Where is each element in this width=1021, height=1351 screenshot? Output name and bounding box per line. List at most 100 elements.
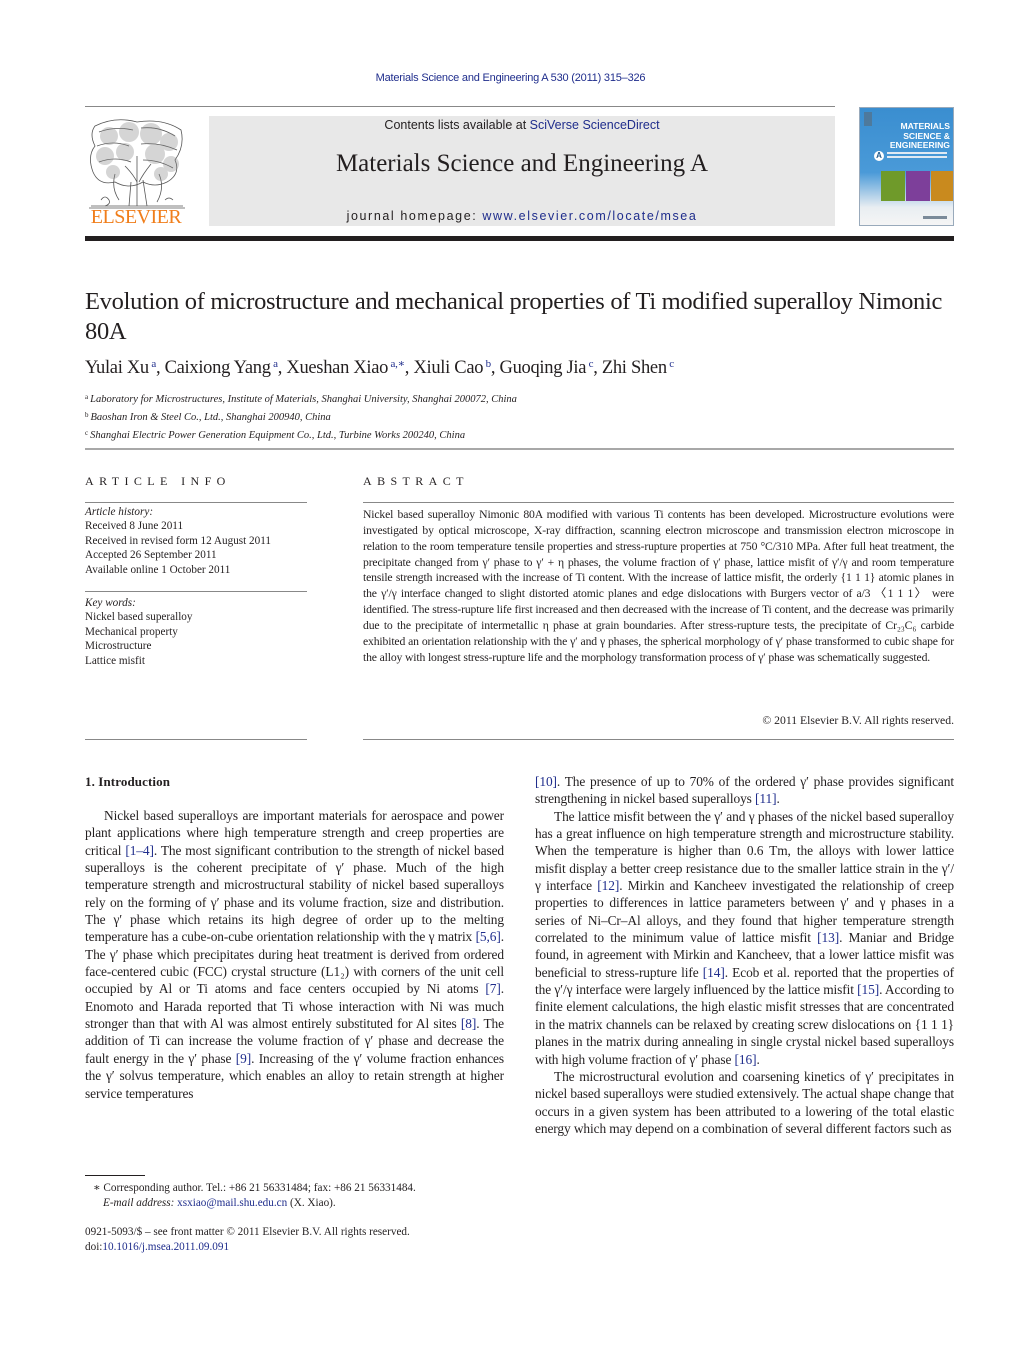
history-accepted: Accepted 26 September 2011 <box>85 549 217 562</box>
body-paragraph: The lattice misfit between the γ′ and γ … <box>535 808 954 1068</box>
email-label: E-mail address: <box>103 1197 178 1209</box>
author-name: Xueshan Xiao <box>286 358 389 378</box>
affiliation-text: Baoshan Iron & Steel Co., Ltd., Shanghai… <box>90 411 331 423</box>
cover-a-badge-icon: A <box>874 151 884 161</box>
abstract-text: Nickel based superalloy Nimonic 80A modi… <box>363 508 954 664</box>
citation-link[interactable]: [14] <box>703 965 725 980</box>
citation-link[interactable]: [13] <box>817 930 839 945</box>
author-affiliation-marker[interactable]: a <box>149 358 156 370</box>
article-info-rule <box>85 502 307 503</box>
body-column-right: [10]. The presence of up to 70% of the o… <box>535 773 954 1137</box>
email-suffix: (X. Xiao). <box>287 1197 336 1209</box>
title-rule <box>85 448 954 450</box>
citation-link[interactable]: [15] <box>857 982 879 997</box>
citation-link[interactable]: [9] <box>236 1051 251 1066</box>
author-name: Yulai Xu <box>85 358 149 378</box>
affiliation-text: Shanghai Electric Power Generation Equip… <box>90 429 466 441</box>
issn-doi-block: 0921-5093/$ – see front matter © 2011 El… <box>85 1225 410 1255</box>
keywords-rule <box>85 591 307 592</box>
affiliation: a Laboratory for Microstructures, Institu… <box>85 390 965 408</box>
article-info-heading: ARTICLE INFO <box>85 474 231 488</box>
article-title: Evolution of microstructure and mechanic… <box>85 288 943 345</box>
elsevier-wordmark[interactable]: ELSEVIER <box>85 206 187 229</box>
abstract-bottom-rule <box>363 739 954 740</box>
citation-link[interactable]: [8] <box>461 1016 476 1031</box>
cover-micrograph-orange <box>931 171 953 201</box>
citation-link[interactable]: [7] <box>485 981 500 996</box>
author-affiliation-marker[interactable]: a,∗ <box>388 358 406 370</box>
sciencedirect-link[interactable]: SciVerse ScienceDirect <box>530 118 660 132</box>
top-rule <box>85 106 835 107</box>
author-list: Yulai Xu a, Caixiong Yang a, Xueshan Xia… <box>85 358 674 378</box>
citation-link[interactable]: [5,6] <box>476 929 501 944</box>
cover-title-line3: ENGINEERING <box>889 140 950 150</box>
cover-publisher-mark <box>923 216 947 219</box>
issn-line: 0921-5093/$ – see front matter © 2011 El… <box>85 1226 410 1238</box>
footnote-rule <box>85 1175 145 1176</box>
affiliations: a Laboratory for Microstructures, Institu… <box>85 390 965 443</box>
section-heading-introduction: 1. Introduction <box>85 774 171 789</box>
history-received: Received 8 June 2011 <box>85 520 184 533</box>
keywords-label: Key words: <box>85 597 136 609</box>
author-name: Xiuli Cao <box>413 358 484 378</box>
journal-title: Materials Science and Engineering A <box>335 150 709 177</box>
author-affiliation-marker[interactable]: c <box>586 358 594 370</box>
affiliation: b Baoshan Iron & Steel Co., Ltd., Shangha… <box>85 408 965 426</box>
paragraph-text: . <box>776 791 780 807</box>
contents-prefix: Contents lists available at <box>384 118 530 132</box>
abstract-copyright: © 2011 Elsevier B.V. All rights reserved… <box>762 714 954 727</box>
masthead-rule <box>85 236 954 241</box>
history-label: Article history: <box>85 506 154 518</box>
doi-link[interactable]: 10.1016/j.msea.2011.09.091 <box>102 1241 229 1253</box>
author-affiliation-marker[interactable]: a <box>271 358 278 370</box>
citation-link[interactable]: [12] <box>597 878 619 893</box>
keyword: Nickel based superalloy <box>85 611 193 624</box>
article-info-bottom-rule <box>85 739 307 740</box>
author-name: Guoqing Jia <box>499 358 587 378</box>
abstract-rule <box>363 502 954 503</box>
citation-link[interactable]: [16] <box>735 1052 757 1067</box>
paragraph-text: The microstructural evolution and coarse… <box>535 1068 954 1136</box>
affiliation-key: a <box>85 393 89 401</box>
body-column-left: Nickel based superalloys are important m… <box>85 807 504 1102</box>
author-name: Zhi Shen <box>601 358 667 378</box>
body-paragraph: [10]. The presence of up to 70% of the o… <box>535 773 954 808</box>
body-paragraph: Nickel based superalloys are important m… <box>85 807 504 1102</box>
citation-link[interactable]: [1–4] <box>125 843 154 858</box>
body-paragraph: The microstructural evolution and coarse… <box>535 1068 954 1137</box>
corresponding-author-footnote: ∗ Corresponding author. Tel.: +86 21 563… <box>93 1181 416 1211</box>
keyword: Lattice misfit <box>85 654 145 667</box>
paragraph-text: . <box>756 1051 760 1067</box>
author-email-link[interactable]: xsxiao@mail.shu.edu.cn <box>177 1197 287 1209</box>
journal-homepage-link[interactable]: www.elsevier.com/locate/msea <box>482 209 697 223</box>
homepage-prefix: journal homepage: <box>346 209 483 223</box>
keyword: Microstructure <box>85 640 152 653</box>
footnote-email-line: E-mail address: xsxiao@mail.shu.edu.cn (… <box>93 1196 416 1211</box>
homepage-line: journal homepage: www.elsevier.com/locat… <box>209 209 835 223</box>
cover-elsevier-icon <box>864 112 872 126</box>
author-affiliation-marker[interactable]: c <box>667 358 674 370</box>
affiliation-key: c <box>85 428 89 437</box>
running-head[interactable]: Materials Science and Engineering A 530 … <box>0 72 1021 84</box>
cover-subtitle-lines <box>887 152 947 154</box>
paragraph-text: . The presence of up to 70% of the order… <box>535 774 954 807</box>
contents-line: Contents lists available at SciVerse Sci… <box>209 118 835 132</box>
article-history: Article history: Received 8 June 2011 Re… <box>85 505 271 577</box>
history-revised: Received in revised form 12 August 2011 <box>85 534 272 547</box>
citation-link[interactable]: [10] <box>535 774 557 789</box>
doi-prefix: doi: <box>85 1241 103 1253</box>
footnote-corresponding: ∗ Corresponding author. Tel.: +86 21 563… <box>93 1182 416 1194</box>
author-affiliation-marker[interactable]: b <box>483 358 492 370</box>
abstract-heading: ABSTRACT <box>363 474 469 488</box>
citation-link[interactable]: [11] <box>755 791 777 806</box>
keywords: Key words: Nickel based superalloy Mecha… <box>85 596 193 668</box>
journal-cover-thumbnail[interactable]: MATERIALS SCIENCE & ENGINEERING A <box>859 107 954 226</box>
affiliation-key: b <box>85 410 89 419</box>
cover-micrograph-green <box>881 171 905 201</box>
history-online: Available online 1 October 2011 <box>85 563 231 576</box>
cover-micrograph-purple <box>906 171 930 201</box>
keyword: Mechanical property <box>85 625 178 638</box>
affiliation: c Shanghai Electric Power Generation Equi… <box>85 426 965 444</box>
author-name: Caixiong Yang <box>164 358 271 378</box>
journal-masthead: Contents lists available at SciVerse Sci… <box>209 116 835 226</box>
